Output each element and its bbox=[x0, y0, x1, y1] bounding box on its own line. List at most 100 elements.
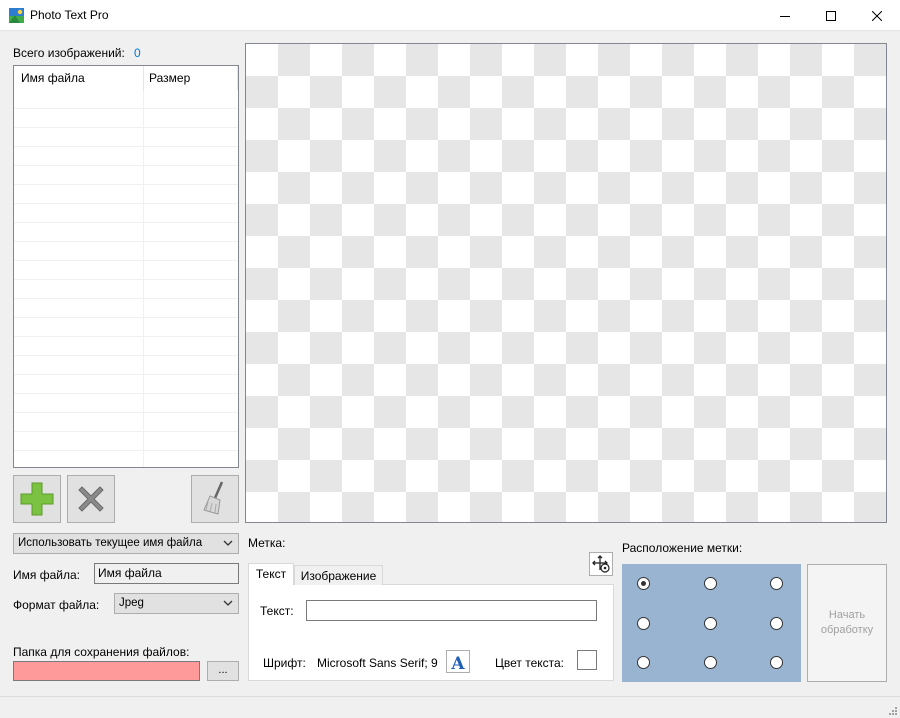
maximize-icon bbox=[826, 10, 836, 21]
mark-settings-button[interactable] bbox=[589, 552, 613, 576]
list-column-separator bbox=[143, 394, 144, 413]
list-empty-row bbox=[14, 318, 238, 337]
list-empty-row bbox=[14, 90, 238, 109]
file-list[interactable]: Имя файла Размер bbox=[13, 65, 239, 468]
mark-text-input[interactable] bbox=[306, 600, 597, 621]
window-title: Photo Text Pro bbox=[30, 8, 109, 22]
plus-icon bbox=[20, 482, 54, 516]
list-column-separator bbox=[143, 280, 144, 299]
list-empty-row bbox=[14, 185, 238, 204]
remove-file-button[interactable] bbox=[67, 475, 115, 523]
title-bar: Photo Text Pro bbox=[0, 0, 900, 31]
image-count-value: 0 bbox=[134, 46, 141, 60]
list-empty-row bbox=[14, 166, 238, 185]
font-value: Microsoft Sans Serif; 9 bbox=[317, 656, 438, 670]
list-column-separator bbox=[143, 242, 144, 261]
output-folder-field[interactable] bbox=[13, 661, 200, 681]
filename-field[interactable]: Имя файла bbox=[94, 563, 239, 584]
list-empty-row bbox=[14, 299, 238, 318]
list-column-separator bbox=[143, 147, 144, 166]
list-empty-row bbox=[14, 432, 238, 451]
list-empty-row bbox=[14, 261, 238, 280]
x-icon bbox=[78, 486, 104, 512]
move-settings-icon bbox=[592, 555, 610, 573]
position-center[interactable] bbox=[704, 617, 717, 630]
browse-folder-button[interactable]: ... bbox=[207, 661, 239, 681]
font-label: Шрифт: bbox=[263, 656, 306, 670]
list-column-separator bbox=[143, 204, 144, 223]
mark-text-label: Текст: bbox=[260, 604, 294, 618]
filename-label: Имя файла: bbox=[13, 568, 80, 582]
position-top-left[interactable] bbox=[637, 577, 650, 590]
format-value: Jpeg bbox=[119, 597, 144, 609]
image-preview[interactable] bbox=[245, 43, 887, 523]
list-column-separator bbox=[143, 109, 144, 128]
list-column-separator bbox=[143, 337, 144, 356]
list-column-separator bbox=[143, 185, 144, 204]
list-empty-row bbox=[14, 394, 238, 413]
close-icon bbox=[872, 10, 882, 21]
position-top-center[interactable] bbox=[704, 577, 717, 590]
list-empty-row bbox=[14, 280, 238, 299]
close-button[interactable] bbox=[854, 0, 900, 31]
font-icon: A bbox=[450, 654, 465, 671]
position-label: Расположение метки: bbox=[622, 541, 743, 555]
image-count-label: Всего изображений: bbox=[13, 46, 125, 60]
position-bottom-center[interactable] bbox=[704, 656, 717, 669]
list-empty-row bbox=[14, 147, 238, 166]
list-column-separator bbox=[143, 166, 144, 185]
position-bottom-right[interactable] bbox=[770, 656, 783, 669]
list-column-separator bbox=[143, 451, 144, 467]
position-grid bbox=[622, 564, 801, 682]
svg-text:A: A bbox=[450, 654, 465, 671]
list-empty-row bbox=[14, 223, 238, 242]
list-column-separator bbox=[143, 356, 144, 375]
text-color-swatch[interactable] bbox=[577, 650, 597, 670]
broom-icon bbox=[203, 481, 224, 515]
list-header: Имя файла Размер bbox=[14, 66, 238, 90]
chevron-down-icon bbox=[223, 540, 233, 546]
list-column-separator bbox=[143, 223, 144, 242]
position-bottom-left[interactable] bbox=[637, 656, 650, 669]
position-middle-left[interactable] bbox=[637, 617, 650, 630]
list-column-separator bbox=[143, 261, 144, 280]
tab-image[interactable]: Изображение bbox=[294, 565, 383, 585]
mark-label: Метка: bbox=[248, 536, 286, 550]
column-header-filename[interactable]: Имя файла bbox=[14, 66, 144, 90]
list-empty-row bbox=[14, 375, 238, 394]
output-folder-label: Папка для сохранения файлов: bbox=[13, 645, 190, 659]
maximize-button[interactable] bbox=[808, 0, 854, 31]
list-column-separator bbox=[143, 432, 144, 451]
list-column-separator bbox=[143, 128, 144, 147]
list-empty-row bbox=[14, 337, 238, 356]
list-empty-row bbox=[14, 128, 238, 147]
start-processing-button[interactable]: Начать обработку bbox=[807, 564, 887, 682]
app-icon bbox=[9, 8, 24, 23]
list-column-separator bbox=[143, 413, 144, 432]
filename-mode-dropdown[interactable]: Использовать текущее имя файла bbox=[13, 533, 239, 554]
add-files-button[interactable] bbox=[13, 475, 61, 523]
list-column-separator bbox=[143, 299, 144, 318]
list-empty-row bbox=[14, 204, 238, 223]
format-dropdown[interactable]: Jpeg bbox=[114, 593, 239, 614]
list-empty-row bbox=[14, 356, 238, 375]
minimize-button[interactable] bbox=[762, 0, 808, 31]
column-header-size[interactable]: Размер bbox=[144, 66, 238, 90]
list-empty-row bbox=[14, 109, 238, 128]
text-color-label: Цвет текста: bbox=[495, 656, 565, 670]
position-middle-right[interactable] bbox=[770, 617, 783, 630]
minimize-icon bbox=[780, 15, 790, 17]
list-column-separator bbox=[143, 375, 144, 394]
chevron-down-icon bbox=[223, 600, 233, 606]
font-picker-button[interactable]: A bbox=[446, 650, 470, 673]
list-empty-row bbox=[14, 242, 238, 261]
format-label: Формат файла: bbox=[13, 598, 100, 612]
position-top-right[interactable] bbox=[770, 577, 783, 590]
filename-mode-value: Использовать текущее имя файла bbox=[18, 537, 203, 549]
clear-list-button[interactable] bbox=[191, 475, 239, 523]
list-empty-row bbox=[14, 451, 238, 467]
list-column-separator bbox=[143, 90, 144, 109]
tab-text[interactable]: Текст bbox=[248, 563, 294, 585]
list-column-separator bbox=[143, 318, 144, 337]
resize-grip-icon[interactable] bbox=[887, 705, 897, 715]
